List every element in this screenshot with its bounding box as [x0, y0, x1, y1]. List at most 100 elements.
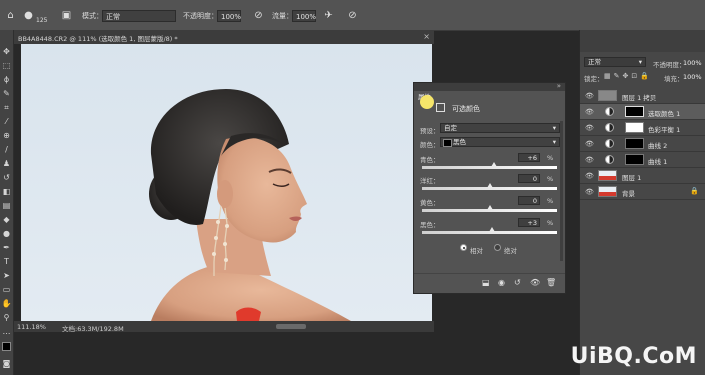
shape-tool-icon[interactable]: ▭ [1, 284, 12, 295]
eye-icon[interactable]: 👁 [585, 92, 594, 100]
horizontal-scrollbar[interactable] [276, 324, 306, 329]
zoom-level[interactable]: 111.18% [17, 323, 46, 331]
layer-row[interactable]: 👁 图层 1 拷贝 [580, 88, 705, 104]
properties-dialog: » 属性 可选颜色 预设： 自定▾ 颜色： 黑色▾ 青色： +6 % 洋红： 0… [413, 82, 566, 294]
layer-mask-thumbnail[interactable] [625, 138, 644, 149]
layers-panel-header [580, 30, 705, 52]
blur-tool-icon[interactable]: ◆ [1, 214, 12, 225]
marquee-tool-icon[interactable]: ⬚ [1, 60, 12, 71]
layer-mask-thumbnail[interactable] [625, 106, 644, 117]
layer-thumbnail [598, 90, 617, 101]
fill-value[interactable]: 100% [683, 73, 702, 81]
airbrush-icon[interactable]: ✈ [322, 9, 335, 22]
eye-icon[interactable]: 👁 [585, 108, 594, 116]
doc-info[interactable]: 文档:63.3M/192.8M [62, 323, 124, 333]
brush-tool-icon[interactable]: / [1, 144, 12, 155]
mode-label: 模式： [82, 12, 103, 20]
mask-icon[interactable] [436, 103, 445, 112]
gradient-tool-icon[interactable]: ▤ [1, 200, 12, 211]
eye-icon[interactable]: 👁 [585, 140, 594, 148]
blend-mode-select[interactable]: 正常 ▾ [584, 57, 646, 67]
eraser-tool-icon[interactable]: ◧ [1, 186, 12, 197]
flow-field[interactable]: 100% [292, 10, 316, 22]
layer-row[interactable]: 👁 曲线 1 [580, 152, 705, 168]
layer-row[interactable]: 👁 选取颜色 1 [580, 104, 705, 120]
lasso-tool-icon[interactable]: ϕ [1, 74, 12, 85]
pressure-opacity-icon[interactable]: ⊘ [252, 9, 265, 22]
lock-icon: 🔒 [690, 187, 699, 195]
reset-icon[interactable]: ↺ [514, 278, 521, 287]
quick-select-tool-icon[interactable]: ✎ [1, 88, 12, 99]
lock-icons[interactable]: ▦✎✥⊡🔒 [604, 72, 652, 80]
zoom-tool-icon[interactable]: ⚲ [1, 312, 12, 323]
crop-tool-icon[interactable]: ⌗ [1, 102, 12, 113]
eye-icon[interactable]: 👁 [585, 172, 594, 180]
layer-mask-thumbnail[interactable] [625, 154, 644, 165]
dialog-footer: ⬓ ◉ ↺ 👁 🗑 [414, 273, 565, 294]
path-select-tool-icon[interactable]: ➤ [1, 270, 12, 281]
opacity-field[interactable]: 100% [217, 10, 241, 22]
magenta-thumb[interactable] [486, 183, 493, 188]
home-icon[interactable]: ⌂ [4, 9, 17, 22]
view-previous-icon[interactable]: ◉ [498, 278, 505, 287]
visibility-icon[interactable]: 👁 [530, 278, 540, 287]
pen-tool-icon[interactable]: ✒ [1, 242, 12, 253]
layer-thumbnail [598, 186, 617, 197]
mode-select[interactable]: 正常 [102, 10, 176, 22]
preset-label: 预设： [420, 127, 440, 135]
cyan-value[interactable]: +6 [518, 153, 540, 162]
hand-tool-icon[interactable]: ✋ [1, 298, 12, 309]
quick-mask-icon[interactable]: ◙ [1, 358, 12, 369]
yellow-value[interactable]: 0 [518, 196, 540, 205]
layer-opacity-label: 不透明度： [653, 61, 686, 69]
black-value[interactable]: +3 [518, 218, 540, 227]
color-label: 颜色： [420, 141, 440, 149]
close-icon[interactable]: × [423, 32, 430, 41]
document-tab[interactable]: BB4A8448.CR2 @ 111% (选取颜色 1, 图层蒙版/8) * × [14, 30, 434, 44]
eyedropper-tool-icon[interactable]: ⁄ [1, 116, 12, 127]
layer-row[interactable]: 👁 色彩平衡 1 [580, 120, 705, 136]
cursor-highlight [420, 95, 434, 109]
yellow-thumb[interactable] [486, 205, 493, 210]
lock-label: 锁定： [584, 75, 604, 83]
layer-opacity-value[interactable]: 100% [683, 59, 702, 67]
brush-preset-icon[interactable]: ● [22, 9, 35, 22]
cyan-track[interactable] [422, 166, 557, 169]
stamp-tool-icon[interactable]: ♟ [1, 158, 12, 169]
eye-icon[interactable]: 👁 [585, 124, 594, 132]
tools-panel: ✥ ⬚ ϕ ✎ ⌗ ⁄ ⊕ / ♟ ↺ ◧ ▤ ◆ ● ✒ T ➤ ▭ ✋ ⚲ … [0, 30, 14, 375]
flow-label: 流量： [272, 12, 293, 20]
magenta-value[interactable]: 0 [518, 174, 540, 183]
status-bar: 111.18% 文档:63.3M/192.8M [14, 321, 434, 333]
eye-icon[interactable]: 👁 [585, 188, 594, 196]
foreground-color-swatch[interactable] [2, 342, 11, 351]
preset-select[interactable]: 自定 ▾ [440, 123, 560, 133]
opacity-label: 不透明度： [183, 12, 218, 20]
dodge-tool-icon[interactable]: ● [1, 228, 12, 239]
brush-panel-icon[interactable]: ▣ [60, 9, 73, 22]
more-tools-icon[interactable]: … [1, 326, 12, 337]
layer-row[interactable]: 👁 曲线 2 [580, 136, 705, 152]
trash-icon[interactable]: 🗑 [546, 278, 556, 287]
pressure-size-icon[interactable]: ⊘ [346, 9, 359, 22]
history-brush-tool-icon[interactable]: ↺ [1, 172, 12, 183]
dialog-titlebar[interactable]: » [414, 82, 565, 91]
dialog-scrollbar[interactable] [560, 121, 563, 261]
color-select[interactable]: 黑色 ▾ [440, 137, 560, 147]
radio-relative[interactable] [460, 244, 467, 251]
type-tool-icon[interactable]: T [1, 256, 12, 267]
section-title: 可选颜色 [452, 105, 480, 113]
layer-mask-thumbnail[interactable] [625, 122, 644, 133]
layer-row[interactable]: 👁 图层 1 [580, 168, 705, 184]
black-thumb[interactable] [488, 227, 495, 232]
healing-tool-icon[interactable]: ⊕ [1, 130, 12, 141]
radio-absolute[interactable] [494, 244, 501, 251]
layer-row[interactable]: 👁 背景 🔒 [580, 184, 705, 200]
document-canvas[interactable] [21, 44, 432, 321]
eye-icon[interactable]: 👁 [585, 156, 594, 164]
move-tool-icon[interactable]: ✥ [1, 46, 12, 57]
collapse-icon[interactable]: » [557, 82, 561, 90]
layers-panel: 正常 ▾ 不透明度： 100% 锁定： ▦✎✥⊡🔒 填充： 100% 👁 图层 1… [579, 30, 705, 375]
cyan-thumb[interactable] [490, 162, 497, 167]
clip-to-layer-icon[interactable]: ⬓ [482, 278, 490, 287]
